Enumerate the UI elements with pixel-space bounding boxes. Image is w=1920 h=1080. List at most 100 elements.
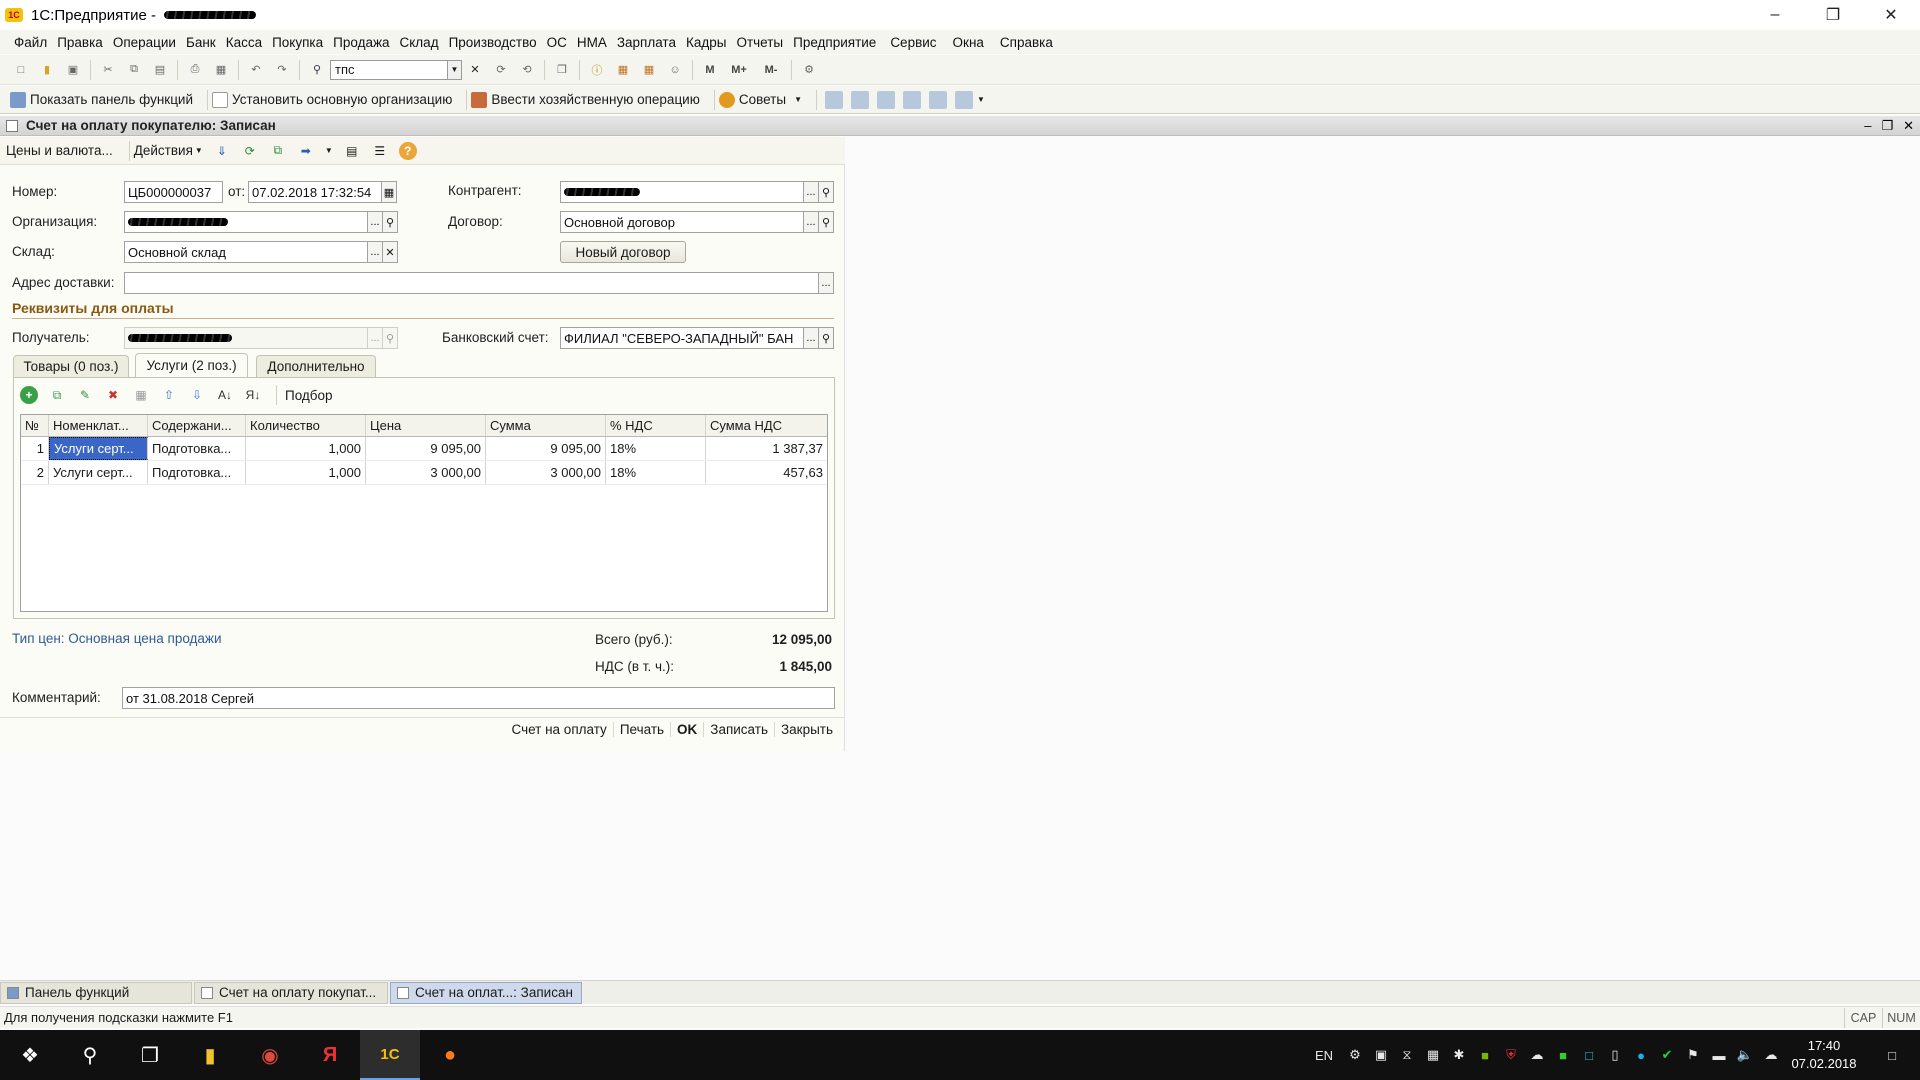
invoice-print-button[interactable]: Счет на оплату <box>505 722 612 737</box>
memory-minus-icon[interactable]: M- <box>759 61 783 79</box>
calendar-icon[interactable]: ▦ <box>640 61 658 79</box>
structure-icon[interactable]: ▤ <box>343 142 361 160</box>
cell-quantity[interactable]: 1,000 <box>246 437 366 460</box>
calculator-icon[interactable]: ▦ <box>614 61 632 79</box>
save-button[interactable]: Записать <box>703 722 774 737</box>
end-edit-icon[interactable]: ▦ <box>132 386 150 404</box>
column-header-content[interactable]: Содержани... <box>148 415 246 436</box>
table-row[interactable]: 2 Услуги серт... Подготовка... 1,000 3 0… <box>21 461 827 485</box>
tips-button[interactable]: Советы ▼ <box>718 91 802 108</box>
menu-service[interactable]: Сервис <box>890 35 936 50</box>
set-org-button[interactable]: Установить основную организацию <box>212 91 452 108</box>
tray-app-icon[interactable]: ▣ <box>1368 1030 1394 1080</box>
redo-icon[interactable]: ↷ <box>273 61 291 79</box>
contract-select-button[interactable]: ... <box>804 211 819 233</box>
sort-desc-icon[interactable]: Я↓ <box>244 386 262 404</box>
search-icon[interactable]: ⚲ <box>308 61 326 79</box>
memory-m-icon[interactable]: M <box>701 61 719 79</box>
tab-additional[interactable]: Дополнительно <box>256 355 376 377</box>
print-icon[interactable]: ⎙ <box>186 61 204 79</box>
dropdown-arrow-icon[interactable]: ▼ <box>977 95 985 104</box>
menu-bank[interactable]: Банк <box>186 35 216 50</box>
bank-account-open-icon[interactable]: ⚲ <box>819 327 834 349</box>
1c-app-icon[interactable]: 1C <box>360 1030 420 1080</box>
address-select-button[interactable]: ... <box>819 272 834 294</box>
print-menu-button[interactable]: Печать <box>612 722 670 737</box>
yandex-browser-icon[interactable]: Я <box>300 1030 360 1080</box>
language-indicator[interactable]: EN <box>1306 1030 1342 1080</box>
table-row[interactable]: 1 Услуги серт... Подготовка... 1,000 9 0… <box>21 437 827 461</box>
calendar-button-icon[interactable]: ▦ <box>382 181 397 203</box>
search-dropdown-icon[interactable]: ▼ <box>448 59 462 80</box>
windows-icon[interactable]: ❐ <box>553 61 571 79</box>
column-header-number[interactable]: № <box>21 415 49 436</box>
delete-row-icon[interactable]: ✖ <box>104 386 122 404</box>
column-header-vat-rate[interactable]: % НДС <box>606 415 706 436</box>
help-icon[interactable]: ? <box>398 141 417 160</box>
actions-button[interactable]: Действия <box>134 143 193 158</box>
search-icon[interactable]: ⚲ <box>60 1030 120 1080</box>
column-header-vat-sum[interactable]: Сумма НДС <box>706 415 827 436</box>
column-header-nomenclature[interactable]: Номенклат... <box>49 415 148 436</box>
flag-icon[interactable]: ⚑ <box>1680 1030 1706 1080</box>
sort-asc-icon[interactable]: A↓ <box>216 386 234 404</box>
org-select-button[interactable]: ... <box>368 211 383 233</box>
contractor-open-icon[interactable]: ⚲ <box>819 181 834 203</box>
menu-operations[interactable]: Операции <box>113 35 176 50</box>
report-icon[interactable] <box>825 90 843 109</box>
dropdown-arrow-icon[interactable]: ▼ <box>325 146 333 155</box>
usb-icon[interactable]: ▯ <box>1602 1030 1628 1080</box>
chrome-icon[interactable]: ◉ <box>240 1030 300 1080</box>
cell-nomenclature[interactable]: Услуги серт... <box>49 461 148 484</box>
print-preview-icon[interactable]: ▦ <box>212 61 230 79</box>
movements-icon[interactable]: ☰ <box>371 142 389 160</box>
org-open-icon[interactable]: ⚲ <box>383 211 398 233</box>
column-header-price[interactable]: Цена <box>366 415 486 436</box>
tray-app-icon[interactable]: ⚙ <box>1342 1030 1368 1080</box>
copy-icon[interactable]: ⧉ <box>125 61 143 79</box>
move-down-icon[interactable]: ⇩ <box>188 386 206 404</box>
menu-purchase[interactable]: Покупка <box>272 35 323 50</box>
cell-vat-sum[interactable]: 1 387,37 <box>706 437 827 460</box>
cell-vat-sum[interactable]: 457,63 <box>706 461 827 484</box>
menu-warehouse[interactable]: Склад <box>400 35 439 50</box>
register-icon[interactable] <box>903 90 921 109</box>
warehouse-field[interactable]: Основной склад <box>124 241 368 263</box>
doc-restore-button[interactable]: ❐ <box>1881 118 1893 134</box>
find-next-icon[interactable]: ⟳ <box>492 61 510 79</box>
column-header-quantity[interactable]: Количество <box>246 415 366 436</box>
tab-services[interactable]: Услуги (2 поз.) <box>135 353 248 377</box>
show-panel-button[interactable]: Показать панель функций <box>10 91 193 108</box>
menu-windows[interactable]: Окна <box>953 35 984 50</box>
menu-edit[interactable]: Правка <box>57 35 103 50</box>
list-icon[interactable] <box>929 90 947 109</box>
move-up-icon[interactable]: ⇧ <box>160 386 178 404</box>
copy-document-icon[interactable]: ⧉ <box>269 142 287 160</box>
date-field[interactable]: 07.02.2018 17:32:54 <box>248 181 382 203</box>
contractor-field[interactable] <box>560 181 804 203</box>
warehouse-clear-icon[interactable]: ✕ <box>383 241 398 263</box>
skype-icon[interactable]: ● <box>1628 1030 1654 1080</box>
refresh-icon[interactable]: ⟳ <box>241 142 259 160</box>
menu-sale[interactable]: Продажа <box>333 35 389 50</box>
column-header-sum[interactable]: Сумма <box>486 415 606 436</box>
create-based-on-icon[interactable]: ➡ <box>297 142 315 160</box>
tray-app-icon[interactable]: ▦ <box>1420 1030 1446 1080</box>
add-row-icon[interactable]: + <box>20 386 38 404</box>
doc-minimize-button[interactable]: – <box>1864 118 1871 134</box>
contract-open-icon[interactable]: ⚲ <box>819 211 834 233</box>
menu-hr[interactable]: Кадры <box>686 35 726 50</box>
cloud-icon[interactable]: ☁ <box>1524 1030 1550 1080</box>
cell-nomenclature[interactable]: Услуги серт... <box>49 437 148 460</box>
open-folder-icon[interactable]: ▮ <box>38 61 56 79</box>
defender-icon[interactable]: ✔ <box>1654 1030 1680 1080</box>
catalog-icon[interactable] <box>877 90 895 109</box>
notifications-icon[interactable]: □ <box>1864 1030 1920 1080</box>
dropdown-arrow-icon[interactable]: ▼ <box>195 146 203 155</box>
settings-icon[interactable]: ⚙ <box>800 61 818 79</box>
shield-icon[interactable]: ⛨ <box>1498 1030 1524 1080</box>
cell-sum[interactable]: 3 000,00 <box>486 461 606 484</box>
cut-icon[interactable]: ✂ <box>99 61 117 79</box>
menu-production[interactable]: Производство <box>449 35 537 50</box>
firefox-icon[interactable]: ● <box>420 1030 480 1080</box>
